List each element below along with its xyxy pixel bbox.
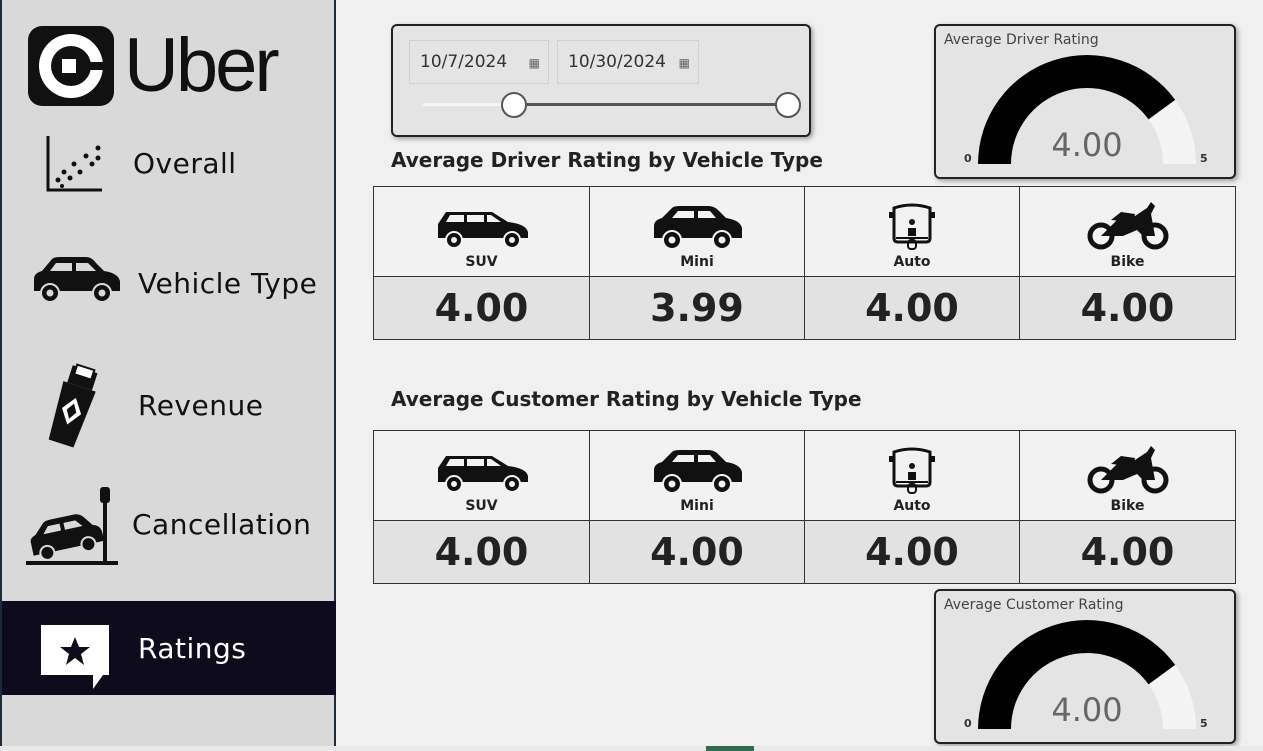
- customer-rating-gauge-card: Average Customer Rating 4.00 0 5: [934, 589, 1236, 744]
- customer-gauge-max: 5: [1200, 717, 1208, 730]
- vehicle-header-bike: Bike: [1020, 431, 1235, 521]
- nav-item-ratings[interactable]: Ratings: [2, 601, 336, 695]
- calendar-icon[interactable]: ▦: [679, 56, 690, 70]
- driver-table-title: Average Driver Rating by Vehicle Type: [391, 148, 823, 172]
- auto-rickshaw-icon: [889, 203, 935, 250]
- vehicle-label-auto: Auto: [893, 498, 931, 514]
- vehicle-label-suv: SUV: [465, 498, 498, 514]
- mini-car-icon: [654, 450, 742, 494]
- start-date-value: 10/7/2024: [420, 52, 508, 72]
- date-range-slicer: 10/7/2024 ▦ 10/30/2024 ▦: [391, 24, 811, 137]
- driver-gauge-value: 4.00: [1051, 126, 1122, 164]
- date-slider-range-fill: [514, 103, 788, 106]
- vehicle-header-mini: Mini: [590, 187, 805, 277]
- vehicle-header-auto: Auto: [805, 187, 1020, 277]
- vehicle-header-bike: Bike: [1020, 187, 1235, 277]
- nav-item-cancellation[interactable]: Cancellation: [2, 483, 336, 565]
- sidebar: Uber Overall Vehicle Type Revenue Cancel…: [0, 0, 336, 751]
- cash-icon: [48, 363, 98, 448]
- end-date-value: 10/30/2024: [568, 52, 666, 72]
- motorbike-icon: [1087, 446, 1168, 494]
- rating-value-mini: 3.99: [590, 277, 805, 339]
- auto-rickshaw-icon: [889, 447, 935, 494]
- rating-value-mini: 4.00: [590, 521, 805, 583]
- rating-value-suv: 4.00: [374, 277, 590, 339]
- brand-name: Uber: [124, 23, 280, 108]
- calendar-icon[interactable]: ▦: [529, 56, 540, 70]
- customer-table-title: Average Customer Rating by Vehicle Type: [391, 387, 862, 411]
- vehicle-header-suv: SUV: [374, 187, 590, 277]
- suv-icon: [437, 456, 528, 493]
- nav-label-revenue: Revenue: [138, 388, 264, 422]
- car-icon: [34, 257, 120, 303]
- uber-logo: Uber: [28, 23, 280, 108]
- motorbike-icon: [1087, 202, 1168, 250]
- active-page-tab-indicator[interactable]: [706, 746, 754, 751]
- date-slider-end-handle[interactable]: [775, 92, 801, 118]
- driver-gauge-min: 0: [964, 152, 972, 165]
- vehicle-label-auto: Auto: [893, 254, 931, 270]
- customer-rating-gauge: 4.00 0 5: [964, 620, 1208, 730]
- nav-item-revenue[interactable]: Revenue: [2, 360, 336, 450]
- suv-icon: [437, 212, 528, 249]
- vehicle-label-bike: Bike: [1110, 254, 1145, 270]
- rating-value-suv: 4.00: [374, 521, 590, 583]
- nav-item-vehicle-type[interactable]: Vehicle Type: [2, 245, 336, 321]
- nav-label-ratings: Ratings: [138, 631, 247, 665]
- rating-value-bike: 4.00: [1020, 277, 1235, 339]
- nav-label-overall: Overall: [133, 146, 237, 180]
- rating-value-bike: 4.00: [1020, 521, 1235, 583]
- scatter-plot-icon: [46, 136, 102, 192]
- vehicle-label-mini: Mini: [680, 498, 714, 514]
- driver-rating-gauge-card: Average Driver Rating 4.00 0 5: [934, 24, 1236, 179]
- vehicle-label-suv: SUV: [465, 254, 498, 270]
- page-tab-strip: [0, 746, 1263, 751]
- vehicle-header-mini: Mini: [590, 431, 805, 521]
- main-content: 10/7/2024 ▦ 10/30/2024 ▦ Average Driver …: [336, 0, 1263, 751]
- customer-gauge-value: 4.00: [1051, 691, 1122, 729]
- mini-car-icon: [654, 206, 742, 250]
- rating-value-auto: 4.00: [805, 277, 1020, 339]
- vehicle-label-mini: Mini: [680, 254, 714, 270]
- driver-rating-table: SUV Mini Auto Bike 4.00 3.99 4.00 4.00: [373, 186, 1236, 340]
- vehicle-header-auto: Auto: [805, 431, 1020, 521]
- nav-item-overall[interactable]: Overall: [2, 128, 336, 198]
- car-crash-icon: [26, 487, 118, 565]
- uber-logo-mark-icon: [28, 26, 114, 106]
- vehicle-header-suv: SUV: [374, 431, 590, 521]
- driver-gauge-max: 5: [1200, 152, 1208, 165]
- star-bubble-icon: [41, 625, 109, 689]
- start-date-input[interactable]: 10/7/2024 ▦: [409, 40, 549, 84]
- vehicle-label-bike: Bike: [1110, 498, 1145, 514]
- nav-label-vehicle-type: Vehicle Type: [138, 266, 318, 300]
- customer-gauge-min: 0: [964, 717, 972, 730]
- nav-label-cancellation: Cancellation: [132, 507, 312, 541]
- date-slider-start-handle[interactable]: [501, 92, 528, 118]
- driver-rating-gauge: 4.00 0 5: [964, 55, 1208, 165]
- rating-value-auto: 4.00: [805, 521, 1020, 583]
- end-date-input[interactable]: 10/30/2024 ▦: [557, 40, 699, 84]
- customer-rating-table: SUV Mini Auto Bike 4.00 4.00 4.00 4.00: [373, 430, 1236, 584]
